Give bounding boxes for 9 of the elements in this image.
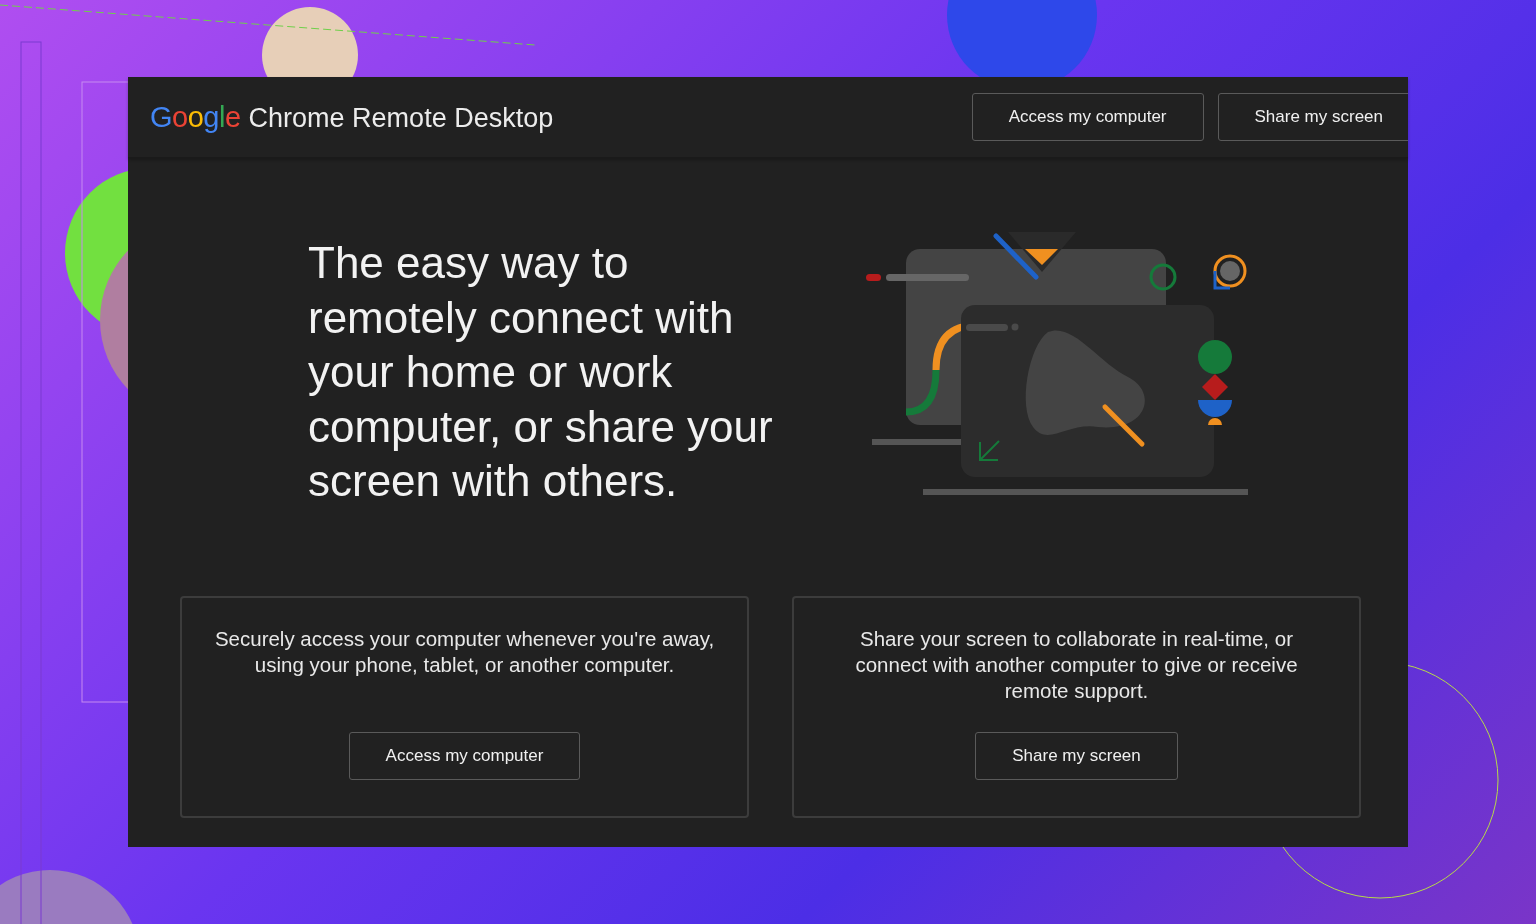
card-button[interactable]: Access my computer	[348, 732, 581, 780]
card-button[interactable]: Share my screen	[975, 732, 1178, 780]
product-name: Chrome Remote Desktop	[248, 102, 554, 134]
headline: The easy way to remotely connect with your home or work computer, or share your screen with others.	[308, 237, 774, 507]
google-logo: Google	[150, 100, 241, 134]
card-description: Share your screen to collaborate in real-time, or connect with another computer to give or receive remote support.	[854, 626, 1299, 704]
header-button[interactable]: Share my screen	[1217, 93, 1408, 141]
card-description: Securely access your computer whenever you're away, using your phone, tablet, or another computer.	[213, 626, 716, 678]
header-button[interactable]: Access my computer	[971, 93, 1204, 141]
